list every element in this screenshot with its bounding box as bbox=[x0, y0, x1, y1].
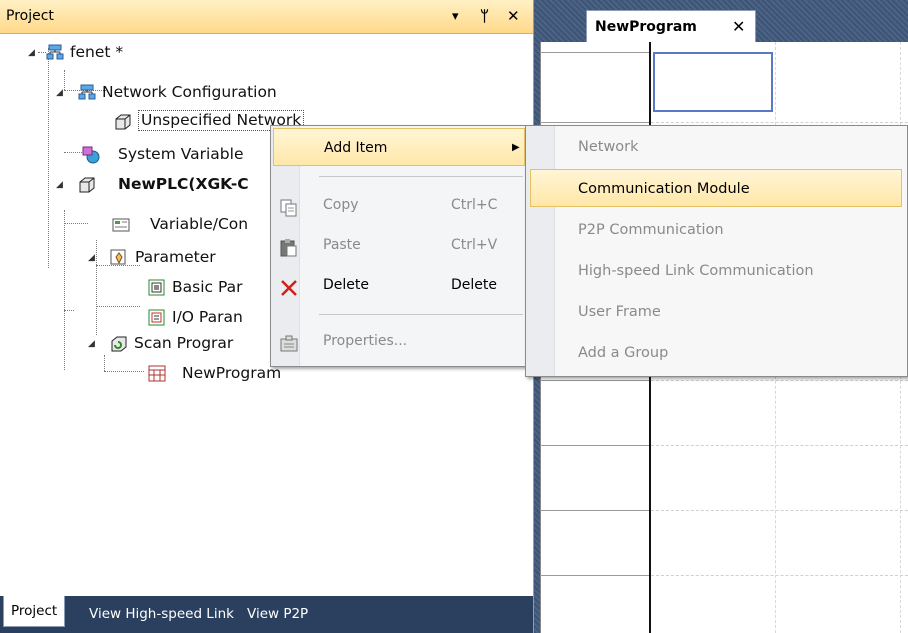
delete-icon bbox=[279, 275, 299, 296]
collapse-icon[interactable]: ◢ bbox=[28, 49, 36, 58]
submenu-item-label: User Frame bbox=[578, 304, 661, 320]
panel-close-icon[interactable]: ✕ bbox=[507, 7, 520, 25]
scan-program-icon bbox=[110, 335, 127, 352]
properties-icon bbox=[279, 331, 299, 352]
menu-item-add-item[interactable]: Add Item ▶ bbox=[273, 128, 525, 166]
tree-label: fenet * bbox=[70, 43, 124, 61]
menu-item-label: Properties... bbox=[323, 333, 408, 349]
network-project-icon bbox=[46, 44, 64, 60]
tree-label: System Variable bbox=[118, 145, 244, 163]
submenu-item-label: P2P Communication bbox=[578, 222, 724, 238]
tab-label: NewProgram bbox=[595, 19, 697, 35]
tree-label: I/O Paran bbox=[172, 308, 243, 326]
parameter-icon bbox=[110, 249, 126, 265]
tab-close-icon[interactable]: ✕ bbox=[732, 17, 745, 36]
menu-item-delete[interactable]: Delete Delete bbox=[273, 266, 525, 304]
tree-label: NewProgram bbox=[182, 364, 282, 382]
project-panel-header: Project ▾ ᛘ ✕ bbox=[0, 0, 533, 34]
submenu-item-label: Network bbox=[578, 139, 639, 155]
submenu-item-label: High-speed Link Communication bbox=[578, 263, 814, 279]
collapse-icon[interactable]: ◢ bbox=[56, 89, 64, 98]
program-icon bbox=[148, 365, 166, 382]
collapse-icon[interactable]: ◢ bbox=[88, 340, 96, 349]
collapse-icon[interactable]: ◢ bbox=[88, 254, 96, 263]
project-panel-tabbar: Project View High-speed Link View P2P bbox=[0, 596, 533, 633]
system-variable-icon bbox=[82, 146, 100, 164]
menu-item-shortcut: Ctrl+V bbox=[451, 237, 498, 253]
menu-item-shortcut: Delete bbox=[451, 277, 497, 293]
project-panel-title: Project bbox=[6, 8, 54, 24]
tree-label: Parameter bbox=[135, 248, 216, 266]
context-menu: Add Item ▶ Copy Ctrl+C Paste Ctrl+V Dele… bbox=[270, 125, 528, 367]
tree-label: Network Configuration bbox=[102, 83, 277, 101]
menu-item-copy[interactable]: Copy Ctrl+C bbox=[273, 186, 525, 224]
submenu-item-label: Communication Module bbox=[578, 181, 750, 197]
basic-parameter-icon bbox=[148, 279, 165, 296]
menu-item-label: Paste bbox=[323, 237, 361, 253]
ladder-cell-cursor[interactable] bbox=[653, 52, 773, 112]
panel-pin-icon[interactable]: ᛘ bbox=[480, 7, 489, 25]
menu-item-shortcut: Ctrl+C bbox=[451, 197, 498, 213]
add-item-submenu: Network Communication Module P2P Communi… bbox=[525, 125, 908, 377]
plc-icon bbox=[78, 176, 95, 193]
menu-item-properties[interactable]: Properties... bbox=[273, 322, 525, 360]
paste-icon bbox=[279, 235, 299, 257]
menu-item-paste[interactable]: Paste Ctrl+V bbox=[273, 226, 525, 264]
tree-label: NewPLC(XGK-C bbox=[118, 175, 249, 193]
io-parameter-icon bbox=[148, 309, 165, 326]
tab-view-p2p[interactable]: View P2P bbox=[240, 602, 315, 626]
menu-item-label: Add Item bbox=[324, 140, 388, 156]
tab-view-high-speed-link[interactable]: View High-speed Link bbox=[82, 602, 241, 626]
submenu-item-communication-module[interactable]: Communication Module bbox=[530, 169, 902, 207]
menu-item-label: Copy bbox=[323, 197, 359, 213]
tab-new-program[interactable]: NewProgram ✕ bbox=[586, 10, 756, 43]
copy-icon bbox=[279, 195, 299, 217]
submenu-item-high-speed-link[interactable]: High-speed Link Communication bbox=[530, 252, 902, 290]
menu-item-label: Delete bbox=[323, 277, 369, 293]
tree-label: Variable/Con bbox=[150, 215, 249, 233]
module-icon bbox=[114, 113, 131, 130]
submenu-item-network[interactable]: Network bbox=[530, 128, 902, 166]
submenu-arrow-icon: ▶ bbox=[512, 142, 520, 153]
tree-label: Basic Par bbox=[172, 278, 243, 296]
tab-project[interactable]: Project bbox=[3, 596, 66, 627]
network-config-icon bbox=[78, 84, 96, 100]
tree-label: Scan Prograr bbox=[134, 334, 234, 352]
submenu-item-user-frame[interactable]: User Frame bbox=[530, 293, 902, 331]
submenu-item-add-group[interactable]: Add a Group bbox=[530, 334, 902, 372]
collapse-icon[interactable]: ◢ bbox=[56, 181, 64, 190]
submenu-item-p2p-communication[interactable]: P2P Communication bbox=[530, 211, 902, 249]
panel-dropdown-icon[interactable]: ▾ bbox=[452, 8, 459, 26]
submenu-item-label: Add a Group bbox=[578, 345, 669, 361]
variable-comment-icon bbox=[112, 216, 130, 232]
